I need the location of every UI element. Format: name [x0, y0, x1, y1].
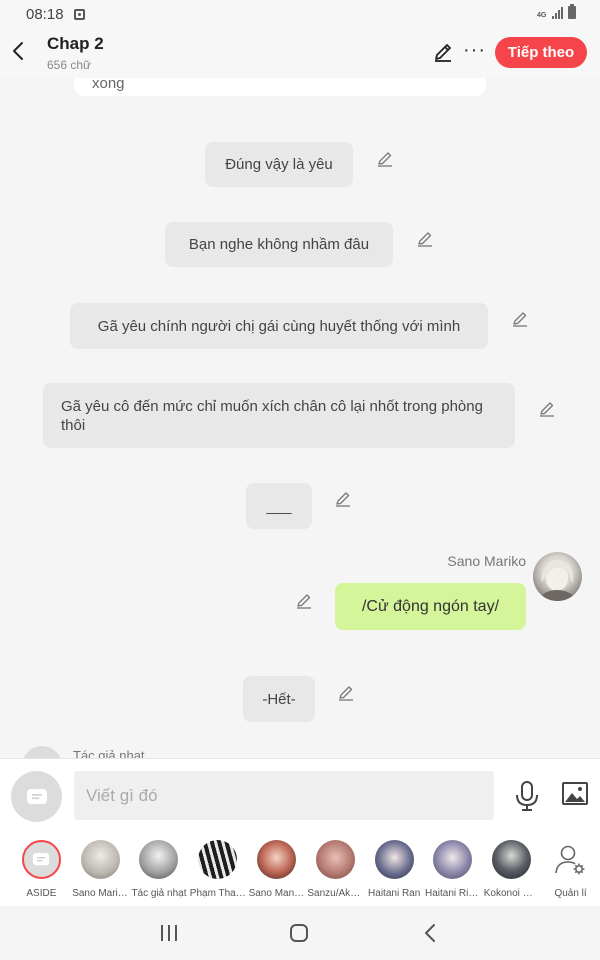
system-navigation-bar [0, 906, 600, 960]
home-icon[interactable] [288, 922, 310, 944]
signal-icon [552, 7, 563, 19]
edit-message-icon[interactable] [337, 684, 355, 702]
own-message-bubble: /Cử động ngón tay/ [335, 583, 526, 630]
edit-message-icon[interactable] [416, 230, 434, 248]
character-item[interactable]: ASIDE [12, 832, 71, 906]
sender-name: Sano Mariko [447, 553, 526, 569]
battery-icon [568, 4, 576, 19]
image-icon[interactable] [561, 781, 589, 807]
aside-toggle-button[interactable] [11, 771, 62, 822]
message-bubble: ___ [246, 483, 312, 529]
message-text: xong [92, 78, 125, 92]
chapter-header: Chap 2 656 chữ ··· Tiếp theo [0, 28, 600, 78]
message-bubble: Gã yêu chính người chị gái cùng huyết th… [70, 303, 488, 349]
back-arrow-icon[interactable] [6, 38, 32, 64]
avatar [139, 840, 179, 879]
message-text: Gã yêu cô đến mức chỉ muốn xích chân cô … [61, 397, 483, 434]
character-item[interactable]: Sanzu/Akashi [306, 832, 365, 906]
message-bubble: Gã yêu cô đến mức chỉ muốn xích chân cô … [43, 383, 515, 448]
message-input-bar [0, 758, 600, 832]
microphone-icon[interactable] [514, 780, 540, 812]
next-chapter-button[interactable]: Tiếp theo [495, 37, 587, 68]
edit-pencil-icon[interactable] [432, 41, 454, 63]
character-item[interactable]: Tác giả nhạt [130, 832, 189, 906]
chat-area: xong Đúng vậy là yêu Bạn nghe không nhầm… [0, 78, 600, 758]
message-text: -Hết- [262, 690, 296, 708]
character-label: ASIDE [26, 888, 57, 899]
message-text: ___ [266, 497, 292, 515]
character-item[interactable]: Haitani Rindou [424, 832, 483, 906]
edit-message-icon[interactable] [295, 592, 313, 610]
recent-apps-icon[interactable] [158, 922, 180, 944]
edit-message-icon[interactable] [538, 400, 556, 418]
character-item[interactable]: Sano Manjiro [247, 832, 306, 906]
chapter-title: Chap 2 [47, 34, 104, 53]
message-input[interactable] [74, 771, 494, 820]
message-text: Gã yêu chính người chị gái cùng huyết th… [97, 317, 461, 335]
message-bubble: Đúng vậy là yêu [205, 142, 353, 187]
character-item[interactable]: Sano Mariko [71, 832, 130, 906]
sender-name: Tác giả nhạt [73, 748, 145, 758]
manage-characters-button[interactable]: Quản lí [541, 832, 600, 906]
avatar [257, 840, 297, 879]
character-item[interactable]: Phạm Thanh [188, 832, 247, 906]
character-label: Phạm Thanh [189, 888, 246, 899]
message-bubble: xong [74, 78, 486, 96]
character-label: Tác giả nhạt [131, 888, 187, 899]
avatar[interactable] [533, 552, 582, 601]
screenshot-icon [73, 8, 85, 20]
message-text: Đúng vậy là yêu [225, 156, 333, 173]
user-settings-icon [555, 845, 585, 875]
character-label: Haitani Rindou [424, 888, 481, 899]
character-label: Haitani Ran [368, 888, 421, 899]
avatar [315, 840, 355, 879]
avatar [80, 840, 120, 879]
status-bar: 08:18 4G [0, 0, 600, 28]
chat-bubble-icon [33, 852, 50, 866]
edit-message-icon[interactable] [334, 490, 352, 508]
character-label: Sanzu/Akashi [307, 888, 364, 899]
character-item[interactable]: Kokonoi Hajime [482, 832, 541, 906]
character-label: Sano Mariko [72, 888, 129, 899]
avatar [198, 840, 238, 879]
message-text: Bạn nghe không nhầm đâu [188, 236, 370, 253]
character-item[interactable]: Haitani Ran [365, 832, 424, 906]
message-bubble: -Hết- [243, 676, 315, 722]
avatar [374, 840, 414, 879]
word-count: 656 chữ [47, 58, 92, 72]
edit-message-icon[interactable] [376, 150, 394, 168]
chat-bubble-icon [26, 788, 47, 804]
status-time: 08:18 [26, 5, 64, 23]
character-label: Kokonoi Hajime [483, 888, 540, 899]
character-selector: ASIDE Sano Mariko Tác giả nhạt Phạm Than… [0, 832, 600, 906]
back-icon[interactable] [420, 922, 442, 944]
avatar [433, 840, 473, 879]
status-indicators: 4G [537, 4, 576, 19]
character-label: Quản lí [554, 888, 587, 899]
edit-message-icon[interactable] [511, 310, 529, 328]
more-options-icon[interactable]: ··· [463, 40, 486, 60]
avatar-portrait [539, 559, 577, 601]
network-type: 4G [537, 12, 547, 19]
message-bubble: Bạn nghe không nhầm đâu [165, 222, 393, 267]
avatar [492, 840, 532, 879]
message-text: /Cử động ngón tay/ [361, 597, 500, 615]
avatar [22, 746, 62, 758]
avatar [21, 840, 61, 879]
character-label: Sano Manjiro [248, 888, 305, 899]
